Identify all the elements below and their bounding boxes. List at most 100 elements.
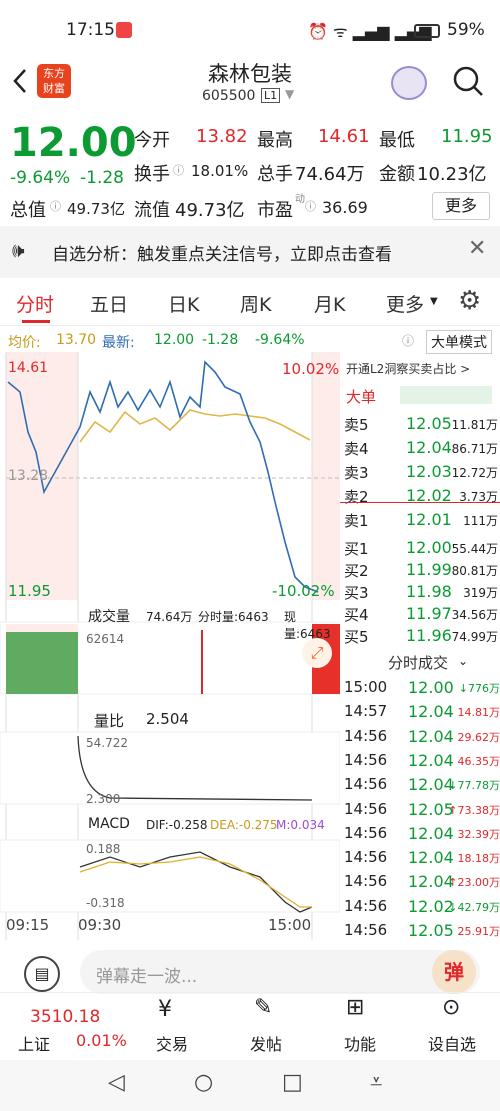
- robot-assistant-icon[interactable]: [391, 66, 427, 100]
- bid-volume: 319万: [463, 586, 498, 600]
- y-mid-label: 13.28: [8, 468, 49, 484]
- change-value: -1.28: [80, 168, 124, 188]
- index-pct[interactable]: 0.01%: [76, 1031, 127, 1050]
- ask-row[interactable]: 卖2 12.02 3.73万: [344, 484, 500, 508]
- index-value[interactable]: 3510.18: [30, 1007, 100, 1027]
- more-button[interactable]: 更多: [432, 192, 490, 220]
- trade-button[interactable]: 交易: [156, 1031, 188, 1055]
- nav-recents-icon[interactable]: □: [282, 1070, 303, 1095]
- tab-weekly-k[interactable]: 周K: [240, 290, 271, 317]
- trade-row: 14:56 12.04 46.35万: [344, 749, 500, 773]
- dea-value: DEA:-0.275: [210, 818, 278, 832]
- ask-label: 卖4: [344, 440, 369, 458]
- big-order-mode-button[interactable]: 大单模式: [426, 330, 492, 354]
- bottom-toolbar: 3510.18 上证 0.01% ¥ 交易 ✎ 发帖 ⊞ 功能 ⊙ 设自选: [0, 992, 500, 1058]
- danmu-placeholder: 弹幕走一波...: [96, 967, 198, 987]
- alert-text[interactable]: 自选分析：触发重点关注信号，立即点击查看: [52, 240, 392, 265]
- avg-price-line: [79, 409, 311, 443]
- gear-icon[interactable]: ⚙: [458, 286, 481, 316]
- add-watchlist-button[interactable]: 设自选: [428, 1031, 476, 1055]
- y-bottom-label: 11.95: [8, 582, 51, 600]
- bid-row[interactable]: 买3 11.98 319万: [344, 580, 500, 604]
- nav-home-icon[interactable]: ○: [194, 1070, 213, 1095]
- level-badge[interactable]: L1: [261, 88, 281, 103]
- chevron-down-icon[interactable]: ▼: [285, 87, 294, 101]
- bid-volume: 55.44万: [451, 542, 498, 556]
- ratio-value: 2.504: [146, 710, 189, 728]
- tab-five-day[interactable]: 五日: [90, 290, 128, 317]
- ask-volume: 86.71万: [451, 442, 498, 456]
- danmu-input[interactable]: 弹幕走一波... 弹: [80, 950, 480, 994]
- danmu-send-button[interactable]: 弹: [432, 950, 476, 994]
- trades-title: 分时成交: [388, 654, 449, 672]
- trade-price: 12.00: [408, 678, 454, 697]
- ask-row[interactable]: 卖4 12.04 86.71万: [344, 436, 500, 460]
- trade-time: 14:56: [344, 872, 388, 891]
- trade-volume: 77.78万: [457, 779, 500, 793]
- info-icon[interactable]: ⓘ: [305, 198, 316, 214]
- l2-banner[interactable]: 开通L2洞察买卖占比 >: [346, 360, 470, 377]
- close-icon[interactable]: ✕: [468, 236, 486, 261]
- tab-monthly-k[interactable]: 月K: [314, 290, 345, 317]
- ratio-bottom: 2.300: [86, 792, 121, 806]
- grid-icon[interactable]: ⊞: [346, 995, 364, 1020]
- ask-row[interactable]: 卖1 12.01 111万: [344, 508, 500, 532]
- tab-more[interactable]: 更多: [386, 290, 424, 317]
- tab-intraday[interactable]: 分时: [16, 290, 54, 317]
- macd-bottom: -0.318: [86, 896, 125, 910]
- battery-icon: [414, 24, 440, 38]
- info-icon[interactable]: ⓘ: [50, 198, 61, 214]
- trade-time: 14:57: [344, 702, 388, 721]
- ask-row[interactable]: 卖5 12.05 11.81万: [344, 412, 500, 436]
- post-shade: [312, 352, 340, 600]
- trade-volume: 776万: [468, 682, 500, 695]
- bid-price: 11.98: [406, 582, 452, 601]
- post-button[interactable]: 发帖: [250, 1031, 282, 1055]
- trade-icon[interactable]: ¥: [158, 997, 172, 1022]
- trade-time: 15:00: [344, 678, 388, 696]
- index-name[interactable]: 上证: [18, 1031, 50, 1055]
- bid-volume: 74.99万: [451, 630, 498, 644]
- trade-direction-icon: ↓: [458, 682, 468, 695]
- info-icon[interactable]: ⓘ: [173, 162, 184, 178]
- pre-volume-block: [6, 632, 78, 694]
- trade-time: 14:56: [344, 848, 388, 867]
- ask-volume: 12.72万: [451, 466, 498, 480]
- change-percent: -9.64%: [10, 168, 71, 188]
- bid-row[interactable]: 买5 11.96 74.99万: [344, 624, 500, 648]
- trade-row: 14:56 12.05 ↑73.38万: [344, 798, 500, 822]
- danmu-toggle-icon[interactable]: ▤: [24, 956, 60, 992]
- trade-row: 14:56 12.05 25.91万: [344, 919, 500, 943]
- function-button[interactable]: 功能: [344, 1031, 376, 1055]
- intraday-chart[interactable]: 均价: 13.70 最新: 12.00 -1.28 -9.64% ⓘ 14.61…: [0, 326, 414, 940]
- bid-row[interactable]: 买4 11.97 34.56万: [344, 602, 500, 626]
- high-value: 14.61: [318, 126, 370, 147]
- bid-price: 11.97: [406, 604, 452, 623]
- nav-back-icon[interactable]: ◁: [108, 1070, 125, 1095]
- trade-time: 14:56: [344, 799, 388, 818]
- y-top-label: 14.61: [8, 360, 49, 376]
- ask-row[interactable]: 卖3 12.03 12.72万: [344, 460, 500, 484]
- float-value: 49.73亿: [175, 200, 245, 221]
- ratio-top: 54.722: [86, 736, 128, 750]
- nav-menu-icon[interactable]: ⩡: [370, 1070, 382, 1095]
- edit-icon[interactable]: ✎: [254, 995, 272, 1020]
- open-label: 今开: [134, 130, 170, 151]
- expand-icon[interactable]: ⤢: [302, 638, 332, 668]
- bid-volume: 80.81万: [451, 564, 498, 578]
- ask-price: 12.04: [406, 438, 452, 457]
- turnover-value: 18.01%: [191, 162, 249, 180]
- trade-time: 14:56: [344, 775, 388, 794]
- bid-label: 买4: [344, 606, 369, 624]
- help-icon[interactable]: ⓘ: [402, 332, 414, 349]
- tab-daily-k[interactable]: 日K: [168, 290, 199, 317]
- bid-row[interactable]: 买2 11.99 80.81万: [344, 558, 500, 582]
- chevron-down-icon[interactable]: ⌄: [458, 654, 468, 668]
- more-circle-icon[interactable]: ⊙: [442, 995, 460, 1020]
- amount-value: 10.23亿: [417, 164, 487, 185]
- search-icon[interactable]: [451, 64, 485, 98]
- ask-price: 12.01: [406, 510, 452, 529]
- bid-row[interactable]: 买1 12.00 55.44万: [344, 536, 500, 560]
- alert-banner[interactable]: 🕪 自选分析：触发重点关注信号，立即点击查看 ✕: [0, 226, 500, 278]
- chart-pct: -9.64%: [255, 332, 305, 348]
